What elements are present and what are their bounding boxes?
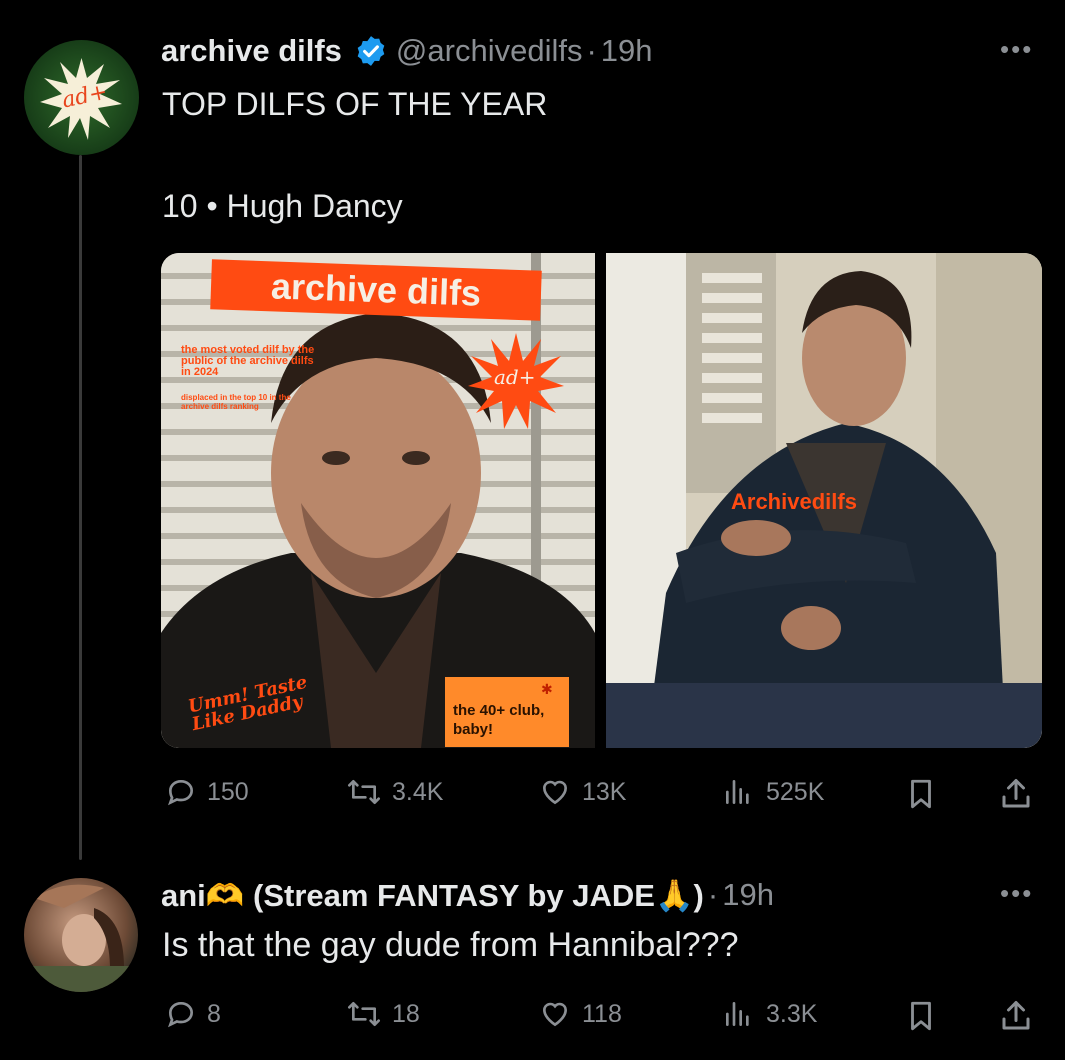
like-button[interactable]: 13K xyxy=(536,776,626,808)
dot-separator: · xyxy=(586,33,597,68)
cover-badge: the 40+ club, baby! ✱ xyxy=(445,677,569,747)
views-button[interactable]: 525K xyxy=(718,776,824,808)
avatar[interactable] xyxy=(24,878,138,992)
reply-count: 150 xyxy=(207,777,249,806)
like-button[interactable]: 118 xyxy=(536,998,622,1030)
dot-separator: · xyxy=(707,877,719,912)
views-count: 525K xyxy=(766,777,825,806)
reply-icon xyxy=(168,779,194,806)
display-name[interactable]: ani🫶 (Stream FANTASY by JADE🙏) xyxy=(161,877,704,914)
cover-caption-ranking: displaced in the top 10 in the archive d… xyxy=(181,393,291,411)
cover-banner-text: archive dilfs xyxy=(270,265,482,314)
more-options-icon[interactable]: ••• xyxy=(1000,34,1033,65)
reply-button[interactable]: 8 xyxy=(163,998,221,1030)
repost-count: 3.4K xyxy=(392,777,444,806)
repost-button[interactable]: 3.4K xyxy=(344,776,443,808)
cover-caption-voted: the most voted dilf by the public of the… xyxy=(181,344,315,378)
media-image-seated[interactable]: Archivedilfs xyxy=(606,253,1042,748)
repost-icon xyxy=(348,1002,380,1026)
views-chart-icon xyxy=(726,780,749,804)
repost-button[interactable]: 18 xyxy=(344,998,420,1030)
display-name[interactable]: archive dilfs xyxy=(161,33,342,69)
tweet-archive-dilfs[interactable]: ad+ archive dilfs @archivedilfs · 19h ••… xyxy=(0,0,1065,860)
tweet-header: archive dilfs @archivedilfs · 19h xyxy=(161,31,653,71)
share-icon xyxy=(1002,1001,1030,1030)
views-count: 3.3K xyxy=(766,999,818,1028)
timestamp[interactable]: 19h xyxy=(601,33,653,69)
avatar-photo-graphic xyxy=(24,884,138,992)
tweet-text-title: TOP DILFS OF THE YEAR xyxy=(162,86,548,122)
share-button[interactable] xyxy=(998,998,1034,1039)
like-count: 13K xyxy=(582,777,627,806)
bookmark-button[interactable] xyxy=(904,998,938,1039)
share-button[interactable] xyxy=(998,776,1034,817)
handle[interactable]: @archivedilfs xyxy=(396,33,583,69)
reply-count: 8 xyxy=(207,999,221,1028)
reply-icon xyxy=(168,1001,194,1028)
bookmark-icon xyxy=(911,1001,931,1031)
tweet-reply-ani[interactable]: ani🫶 (Stream FANTASY by JADE🙏) · 19h •••… xyxy=(0,860,1065,1060)
avatar[interactable]: ad+ xyxy=(24,40,139,155)
repost-icon xyxy=(348,780,380,804)
watermark-text: Archivedilfs xyxy=(731,489,857,514)
tweet-header: ani🫶 (Stream FANTASY by JADE🙏) · 19h xyxy=(161,874,774,916)
heart-icon xyxy=(542,780,568,805)
bookmark-icon xyxy=(911,779,931,809)
verified-badge-icon xyxy=(357,36,385,66)
timestamp[interactable]: 19h xyxy=(722,877,774,913)
tweet-text: Is that the gay dude from Hannibal??? xyxy=(162,926,739,964)
cover-badge-text: the 40+ club, baby! xyxy=(453,702,545,738)
share-icon xyxy=(1002,779,1030,808)
tweet-text-entry: 10 • Hugh Dancy xyxy=(162,188,403,224)
more-options-icon[interactable]: ••• xyxy=(1000,878,1033,909)
sparkle-icon: ✱ xyxy=(541,681,553,697)
man-portrait-graphic xyxy=(161,313,595,748)
heart-icon xyxy=(542,1002,568,1027)
media-image-cover[interactable]: archive dilfs the most voted dilf by the… xyxy=(161,253,595,748)
like-count: 118 xyxy=(582,999,622,1028)
stamp-text: ad+ xyxy=(494,365,536,389)
views-button[interactable]: 3.3K xyxy=(718,998,817,1030)
views-chart-icon xyxy=(726,1002,749,1026)
repost-count: 18 xyxy=(392,999,420,1028)
bookmark-button[interactable] xyxy=(904,776,938,817)
reply-button[interactable]: 150 xyxy=(163,776,249,808)
